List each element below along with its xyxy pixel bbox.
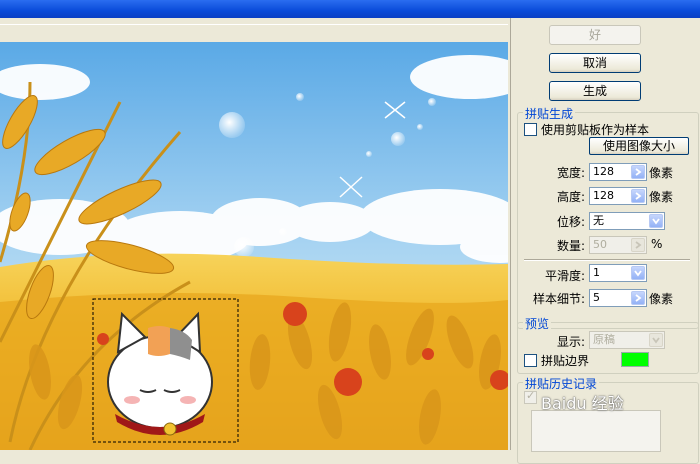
smoothness-value: 1: [593, 266, 600, 279]
tile-borders-checkbox[interactable]: [524, 354, 537, 367]
ok-button[interactable]: 好: [549, 25, 641, 45]
width-arrow-icon[interactable]: [631, 165, 645, 179]
show-label: 显示:: [556, 335, 585, 349]
amount-label: 数量:: [556, 239, 585, 253]
preview-legend: 预览: [523, 315, 552, 332]
offset-select[interactable]: 无: [589, 212, 665, 230]
height-value: 128: [593, 189, 614, 202]
width-unit: 像素: [649, 166, 674, 180]
amount-field[interactable]: 50: [589, 236, 647, 254]
width-label: 宽度:: [556, 166, 585, 180]
options-panel: 好 取消 生成 拼贴生成 使用剪贴板作为样本 使用图像大小 宽度: 128 像素…: [510, 18, 700, 464]
smoothness-select[interactable]: 1: [589, 264, 647, 282]
width-value: 128: [593, 165, 614, 178]
chevron-down-icon[interactable]: [649, 333, 663, 347]
preview-canvas[interactable]: [0, 42, 508, 450]
watermark-text: Baidu 经验: [541, 394, 624, 413]
offset-label: 位移:: [556, 215, 585, 229]
height-field[interactable]: 128: [589, 187, 647, 205]
height-label: 高度:: [556, 190, 585, 204]
show-value: 原稿: [593, 333, 615, 346]
preview-header-strip: [0, 24, 508, 44]
tile-generation-legend: 拼贴生成: [523, 105, 576, 122]
use-image-size-button[interactable]: 使用图像大小: [589, 137, 689, 155]
history-thumbnail-box[interactable]: [531, 410, 661, 452]
amount-arrow-icon[interactable]: [631, 238, 645, 252]
show-select[interactable]: 原稿: [589, 331, 665, 349]
use-clipboard-label: 使用剪贴板作为样本: [541, 123, 650, 137]
wheat-field-image: [0, 42, 508, 450]
height-unit: 像素: [649, 190, 674, 204]
amount-value: 50: [593, 238, 607, 251]
cancel-button[interactable]: 取消: [549, 53, 641, 73]
height-arrow-icon[interactable]: [631, 189, 645, 203]
sample-detail-field[interactable]: 5: [589, 289, 647, 307]
generate-button[interactable]: 生成: [549, 81, 641, 101]
use-clipboard-checkbox[interactable]: [524, 123, 537, 136]
sample-detail-value: 5: [593, 291, 600, 304]
tile-borders-label: 拼贴边界: [541, 354, 590, 368]
chevron-down-icon[interactable]: [631, 266, 645, 280]
sample-detail-unit: 像素: [649, 292, 674, 306]
offset-value: 无: [593, 214, 604, 227]
group-divider: [524, 259, 690, 261]
border-color-swatch[interactable]: [621, 352, 649, 367]
sample-detail-arrow-icon[interactable]: [631, 291, 645, 305]
amount-unit: %: [651, 237, 663, 251]
window-title-bar[interactable]: [0, 0, 700, 18]
sample-detail-label: 样本细节:: [532, 292, 585, 306]
width-field[interactable]: 128: [589, 163, 647, 181]
smoothness-label: 平滑度:: [544, 269, 585, 283]
save-preview-checkbox[interactable]: [524, 389, 537, 404]
chevron-down-icon[interactable]: [649, 214, 663, 228]
